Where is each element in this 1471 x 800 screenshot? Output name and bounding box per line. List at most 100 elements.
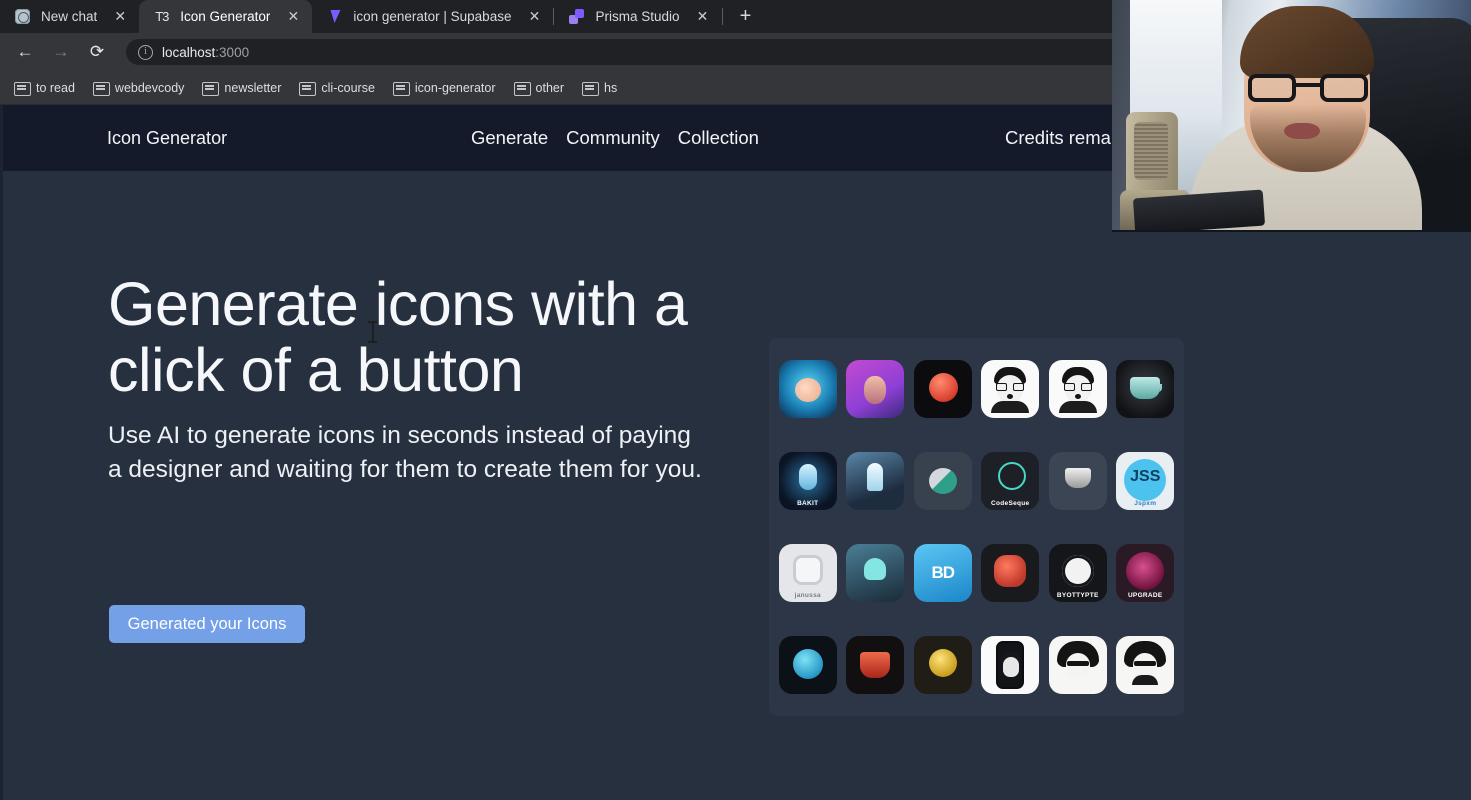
bookmark-label: newsletter [224,80,282,95]
icon-caption: BYOTTYPTE [1056,592,1099,599]
grid-cell [842,619,910,711]
page-left-edge [0,105,3,800]
grid-cell [977,343,1045,435]
reload-icon[interactable]: ⟳ [82,37,112,67]
rocket-launch-icon[interactable] [846,452,905,510]
bookmark-label: webdevcody [114,80,185,95]
chatgpt-icon [14,8,31,25]
browser-tab-prisma-studio[interactable]: Prisma Studio ✕ [554,0,721,33]
bookmark-cli-course[interactable]: cli-course [291,77,383,99]
nav-link-generate[interactable]: Generate [471,127,548,149]
afro-beard-avatar-icon[interactable] [1116,636,1175,694]
leaf-disc-icon[interactable] [913,452,972,510]
bookmark-icon-generator[interactable]: icon-generator [385,77,504,99]
browser-tab-icon-generator[interactable]: T3 Icon Generator ✕ [139,0,313,33]
bookmark-hs[interactable]: hs [574,77,625,99]
tab-close-icon[interactable]: ✕ [107,4,133,30]
address-bar-url: localhost:3000 [162,45,249,60]
browser-tab-new-chat[interactable]: New chat ✕ [0,0,139,33]
red-steaming-mug-icon[interactable] [846,636,905,694]
site-brand[interactable]: Icon Generator [107,105,227,171]
folder-icon [92,81,110,96]
eyeglasses-icon [1248,74,1368,102]
hero-subtitle: Use AI to generate icons in seconds inst… [108,422,702,483]
upgrade-badge-icon[interactable]: UPGRADE [1116,544,1175,602]
jetbrains-j-icon[interactable]: janussa [778,544,837,602]
bookmark-newsletter[interactable]: newsletter [194,77,289,99]
tab-title: Prisma Studio [595,9,680,24]
folder-icon [513,81,531,96]
new-tab-button[interactable]: + [731,1,761,31]
tab-close-icon[interactable]: ✕ [521,4,547,30]
icon-showcase-grid: BAKIT CodeSeque JSS Jspxm janussa BD BYOT… [769,338,1184,716]
folder-icon [14,81,31,96]
t3-icon: T3 [155,9,169,24]
grid-cell [909,619,977,711]
codeseque-badge-icon[interactable]: CodeSeque [981,452,1040,510]
nav-link-community[interactable]: Community [566,127,660,149]
microphone-grill [1134,122,1168,180]
bd-monogram-icon[interactable]: BD [913,544,972,602]
nav-link-collection[interactable]: Collection [678,127,759,149]
browser-window: New chat ✕ T3 Icon Generator ✕ icon gene… [0,0,1471,800]
red-sphere-icon[interactable] [913,360,972,418]
folder-icon [582,81,600,96]
grid-cell [909,435,977,527]
folder-icon [392,81,410,96]
byottypte-emblem-icon[interactable]: BYOTTYPTE [1048,544,1107,602]
grid-cell: JSS Jspxm [1112,435,1180,527]
folder-icon [202,81,220,96]
bookmark-label: to read [36,80,75,95]
tab-close-icon[interactable]: ✕ [280,4,306,30]
bookmark-label: cli-course [321,80,375,95]
curly-glasses-avatar-icon[interactable] [1048,360,1107,418]
tab-title: icon generator | Supabase [353,9,512,24]
webcam-overlay [1112,0,1471,232]
bookmark-to-read[interactable]: to read [6,77,83,99]
red-coffee-machine-icon[interactable] [981,544,1040,602]
icon-caption: UPGRADE [1127,592,1163,599]
teal-ghost-mask-icon[interactable] [846,544,905,602]
blue-hair-character-icon[interactable] [778,360,837,418]
grid-cell [842,527,910,619]
page-title: Generate icons with a click of a button [108,270,688,404]
silver-coffee-cup-icon[interactable] [1048,452,1107,510]
bearded-glasses-avatar-icon[interactable] [981,360,1040,418]
tab-close-icon[interactable]: ✕ [690,4,716,30]
grid-cell: UPGRADE [1112,527,1180,619]
grid-cell [842,343,910,435]
grid-cell [977,619,1045,711]
grid-cell [1112,619,1180,711]
site-info-icon[interactable]: i [138,44,153,60]
icon-text: BD [931,563,955,582]
generate-icons-button[interactable]: Generated your Icons [109,605,305,643]
grid-cell [1044,619,1112,711]
grid-cell [774,343,842,435]
bookmark-label: hs [604,80,618,95]
phone-portrait-icon[interactable] [981,636,1040,694]
teal-coffee-cup-icon[interactable] [1116,360,1175,418]
microphone-podcast-icon[interactable]: BAKIT [778,452,837,510]
url-host: localhost [162,44,216,60]
gold-coin-icon[interactable] [913,636,972,694]
forward-icon[interactable]: → [46,37,76,67]
grid-cell: BYOTTYPTE [1044,527,1112,619]
purple-portrait-icon[interactable] [846,360,905,418]
jss-logo-icon[interactable]: JSS Jspxm [1116,452,1175,510]
browser-tab-supabase[interactable]: icon generator | Supabase ✕ [312,0,553,33]
grid-cell: CodeSeque [977,435,1045,527]
afro-sunglasses-avatar-icon[interactable] [1048,636,1107,694]
grid-cell: janussa [774,527,842,619]
person-mouth [1284,123,1320,139]
supabase-icon [326,8,343,25]
bookmark-other[interactable]: other [506,77,573,99]
tab-title: New chat [41,9,98,24]
site-nav-links: Generate Community Collection [471,105,759,171]
grid-cell [977,527,1045,619]
grid-cell [774,619,842,711]
blue-orb-icon[interactable] [778,636,837,694]
back-icon[interactable]: ← [10,37,40,67]
icon-text: JSS [1130,468,1161,485]
grid-cell [1044,343,1112,435]
bookmark-webdevcody[interactable]: webdevcody [85,77,193,99]
